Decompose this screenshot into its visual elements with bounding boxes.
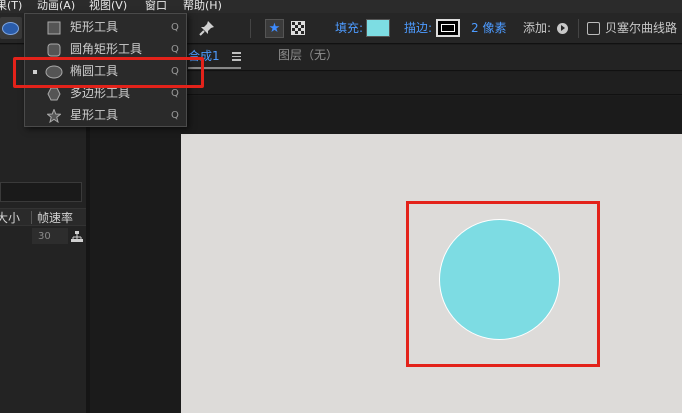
framerate-value: 30 xyxy=(38,231,51,242)
star-icon xyxy=(47,109,61,123)
ellipse-icon xyxy=(2,22,19,35)
polygon-icon xyxy=(47,87,61,101)
menu-item-star-tool[interactable]: 星形工具 Q xyxy=(25,105,186,127)
fill-label[interactable]: 填充: xyxy=(335,21,363,36)
menu-effect[interactable]: 果(T) xyxy=(0,0,22,12)
menu-window[interactable]: 窗口 xyxy=(145,0,167,12)
tab-layer[interactable]: 图层（无） xyxy=(278,48,338,63)
add-menu-icon[interactable] xyxy=(557,23,568,34)
menu-animation[interactable]: 动画(A) xyxy=(37,0,75,12)
column-size[interactable]: 大小 xyxy=(0,210,20,226)
project-search-input[interactable] xyxy=(0,182,82,202)
rounded-rectangle-icon xyxy=(47,43,61,57)
add-label: 添加: xyxy=(523,21,552,35)
project-column-headers: 大小 帧速率 xyxy=(0,208,86,226)
transparency-toggle[interactable] xyxy=(291,21,305,35)
toolbar-separator xyxy=(578,19,579,38)
fill-color-swatch[interactable] xyxy=(366,19,390,37)
menu-view[interactable]: 视图(V) xyxy=(89,0,127,12)
rectangle-icon xyxy=(47,21,61,35)
highlight-box-menu xyxy=(13,57,204,88)
menu-help[interactable]: 帮助(H) xyxy=(183,0,222,12)
stroke-label[interactable]: 描边: xyxy=(404,21,432,36)
stroke-width-value[interactable]: 2 像素 xyxy=(471,21,506,36)
menu-bar: 果(T) 动画(A) 视图(V) 窗口 帮助(H) xyxy=(0,0,682,13)
tab-menu-icon[interactable] xyxy=(232,52,241,61)
menu-item-rectangle-tool[interactable]: 矩形工具 Q xyxy=(25,17,186,39)
column-framerate[interactable]: 帧速率 xyxy=(37,210,73,226)
ellipse-tool-button[interactable] xyxy=(0,17,22,39)
bezier-path-label: 贝塞尔曲线路 xyxy=(605,21,678,35)
star-fill-toggle[interactable]: ★ xyxy=(265,19,284,38)
pin-tool-icon[interactable] xyxy=(197,18,217,38)
stroke-color-swatch[interactable] xyxy=(436,19,460,37)
toolbar-separator xyxy=(250,19,251,38)
flowchart-icon[interactable] xyxy=(70,231,84,243)
bezier-path-checkbox[interactable] xyxy=(587,22,600,35)
highlight-box-ellipse xyxy=(406,201,600,367)
